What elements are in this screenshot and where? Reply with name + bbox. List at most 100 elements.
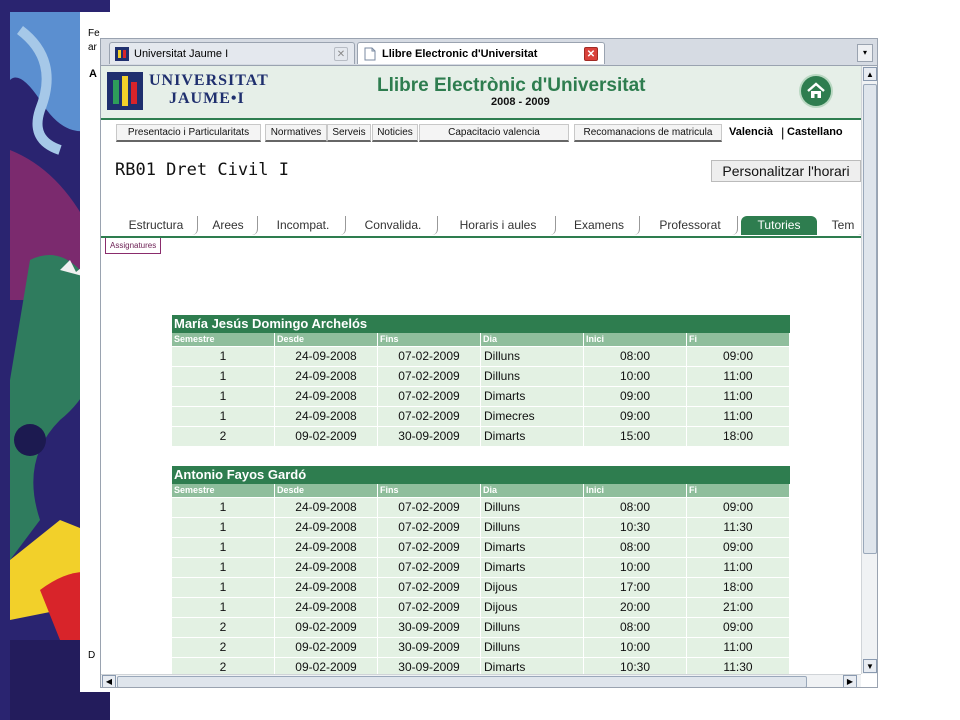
tab-horaris-aules[interactable]: Horaris i aules bbox=[441, 216, 556, 235]
table-cell: 1 bbox=[172, 558, 275, 577]
nav-capacitacio[interactable]: Capacitacio valencia bbox=[419, 124, 569, 142]
nav-presentacio[interactable]: Presentacio i Particularitats bbox=[116, 124, 261, 142]
tab-temari[interactable]: Tem bbox=[823, 216, 861, 235]
table-cell: Dimarts bbox=[481, 427, 584, 446]
scroll-left-icon[interactable]: ◀ bbox=[102, 675, 116, 687]
table-cell: 07-02-2009 bbox=[378, 538, 481, 557]
nav-noticies[interactable]: Noticies bbox=[372, 124, 418, 142]
table-cell: 24-09-2008 bbox=[275, 498, 378, 517]
table-cell: 17:00 bbox=[584, 578, 687, 597]
lang-separator: | bbox=[781, 125, 785, 140]
table-cell: 24-09-2008 bbox=[275, 387, 378, 406]
table-cell: Dijous bbox=[481, 598, 584, 617]
table-cell: 1 bbox=[172, 407, 275, 426]
table-cell: Dimarts bbox=[481, 387, 584, 406]
table-cell: Dilluns bbox=[481, 498, 584, 517]
browser-tab-llibre[interactable]: Llibre Electronic d'Universitat ✕ bbox=[357, 42, 605, 64]
table-cell: 1 bbox=[172, 538, 275, 557]
table-cell: 30-09-2009 bbox=[378, 658, 481, 674]
tab-list-dropdown[interactable]: ▾ bbox=[857, 44, 873, 62]
professor-name: María Jesús Domingo Archelós bbox=[172, 315, 790, 333]
lang-castellano[interactable]: Castellano bbox=[787, 125, 843, 140]
tab-estructura[interactable]: Estructura bbox=[115, 216, 198, 235]
table-cell: 2 bbox=[172, 638, 275, 657]
tab-convalida[interactable]: Convalida. bbox=[349, 216, 438, 235]
table-cell: 11:30 bbox=[687, 518, 790, 537]
table-cell: 08:00 bbox=[584, 618, 687, 637]
nav-recomanacions[interactable]: Recomanacions de matricula bbox=[574, 124, 722, 142]
table-cell: 07-02-2009 bbox=[378, 347, 481, 366]
browser-window: Universitat Jaume I ✕ Llibre Electronic … bbox=[100, 38, 878, 688]
table-cell: 09-02-2009 bbox=[275, 427, 378, 446]
table-cell: 30-09-2009 bbox=[378, 427, 481, 446]
scroll-right-icon[interactable]: ▶ bbox=[843, 675, 857, 687]
table-cell: 20:00 bbox=[584, 598, 687, 617]
scroll-up-icon[interactable]: ▲ bbox=[863, 67, 877, 81]
scroll-thumb[interactable] bbox=[117, 676, 807, 687]
tab-professorat[interactable]: Professorat bbox=[643, 216, 738, 235]
nav-normatives[interactable]: Normatives bbox=[265, 124, 327, 142]
column-header: Dia bbox=[481, 333, 584, 346]
table-cell: 10:00 bbox=[584, 558, 687, 577]
tutoring-table: María Jesús Domingo Archelós Semestre De… bbox=[172, 315, 790, 446]
table-cell: 18:00 bbox=[687, 578, 790, 597]
home-icon[interactable] bbox=[801, 76, 831, 106]
table-cell: 09-02-2009 bbox=[275, 658, 378, 674]
table-cell: 09:00 bbox=[584, 407, 687, 426]
vertical-scrollbar[interactable]: ▲ ▼ bbox=[861, 66, 877, 674]
table-cell: 09:00 bbox=[687, 347, 790, 366]
background-text: Fe bbox=[88, 28, 100, 39]
table-row: 1 24-09-2008 07-02-2009 Dijous 20:00 21:00 bbox=[172, 597, 790, 617]
table-cell: 10:00 bbox=[584, 367, 687, 386]
table-cell: 07-02-2009 bbox=[378, 367, 481, 386]
top-navigation: Presentacio i Particularitats Normatives… bbox=[101, 122, 861, 146]
lang-valencia[interactable]: Valencià bbox=[729, 125, 773, 140]
table-cell: 2 bbox=[172, 658, 275, 674]
table-cell: 07-02-2009 bbox=[378, 498, 481, 517]
table-cell: 11:00 bbox=[687, 407, 790, 426]
column-header: Desde bbox=[275, 484, 378, 497]
table-row: 1 24-09-2008 07-02-2009 Dimecres 09:00 11:00 bbox=[172, 406, 790, 426]
scroll-down-icon[interactable]: ▼ bbox=[863, 659, 877, 673]
table-row: 1 24-09-2008 07-02-2009 Dilluns 08:00 09:00 bbox=[172, 497, 790, 517]
table-cell: 09:00 bbox=[687, 498, 790, 517]
browser-tab-universitat[interactable]: Universitat Jaume I ✕ bbox=[109, 42, 355, 64]
table-cell: 24-09-2008 bbox=[275, 518, 378, 537]
table-row: 2 09-02-2009 30-09-2009 Dilluns 08:00 09:00 bbox=[172, 617, 790, 637]
table-cell: 09:00 bbox=[687, 618, 790, 637]
column-header: Fins bbox=[378, 484, 481, 497]
table-cell: 1 bbox=[172, 598, 275, 617]
scroll-thumb[interactable] bbox=[863, 84, 877, 554]
close-tab-icon[interactable]: ✕ bbox=[584, 47, 598, 61]
home-house-glyph bbox=[807, 82, 825, 98]
logo-text-universitat: UNIVERSITAT bbox=[149, 72, 269, 89]
tab-examens[interactable]: Examens bbox=[559, 216, 640, 235]
close-tab-icon[interactable]: ✕ bbox=[334, 47, 348, 61]
browser-tab-title: Universitat Jaume I bbox=[134, 48, 229, 60]
page-content: UNIVERSITAT JAUME•I Llibre Electrònic d'… bbox=[101, 66, 861, 674]
assignatures-link[interactable]: Assignatures bbox=[105, 238, 162, 254]
table-row: 1 24-09-2008 07-02-2009 Dilluns 10:00 11:00 bbox=[172, 366, 790, 386]
table-cell: 1 bbox=[172, 498, 275, 517]
table-cell: Dilluns bbox=[481, 638, 584, 657]
table-cell: 07-02-2009 bbox=[378, 387, 481, 406]
personalize-schedule-button[interactable]: Personalitzar l'horari bbox=[711, 160, 861, 182]
tab-incompat[interactable]: Incompat. bbox=[261, 216, 346, 235]
nav-serveis[interactable]: Serveis bbox=[327, 124, 371, 142]
table-cell: 2 bbox=[172, 618, 275, 637]
table-cell: 07-02-2009 bbox=[378, 578, 481, 597]
table-row: 1 24-09-2008 07-02-2009 Dimarts 09:00 11:00 bbox=[172, 386, 790, 406]
background-text: D bbox=[88, 650, 96, 661]
site-header: UNIVERSITAT JAUME•I Llibre Electrònic d'… bbox=[101, 66, 861, 120]
tab-arees[interactable]: Arees bbox=[199, 216, 258, 235]
table-cell: 08:00 bbox=[584, 347, 687, 366]
column-header: Fi bbox=[687, 333, 790, 346]
horizontal-scrollbar[interactable]: ◀ ▶ bbox=[101, 674, 861, 687]
table-cell: 09-02-2009 bbox=[275, 618, 378, 637]
table-cell: 24-09-2008 bbox=[275, 347, 378, 366]
background-text: ar bbox=[88, 42, 97, 53]
university-logo[interactable] bbox=[107, 72, 143, 110]
table-cell: 24-09-2008 bbox=[275, 578, 378, 597]
tab-tutories[interactable]: Tutories bbox=[741, 216, 817, 235]
table-row: 1 24-09-2008 07-02-2009 Dimarts 08:00 09:00 bbox=[172, 537, 790, 557]
